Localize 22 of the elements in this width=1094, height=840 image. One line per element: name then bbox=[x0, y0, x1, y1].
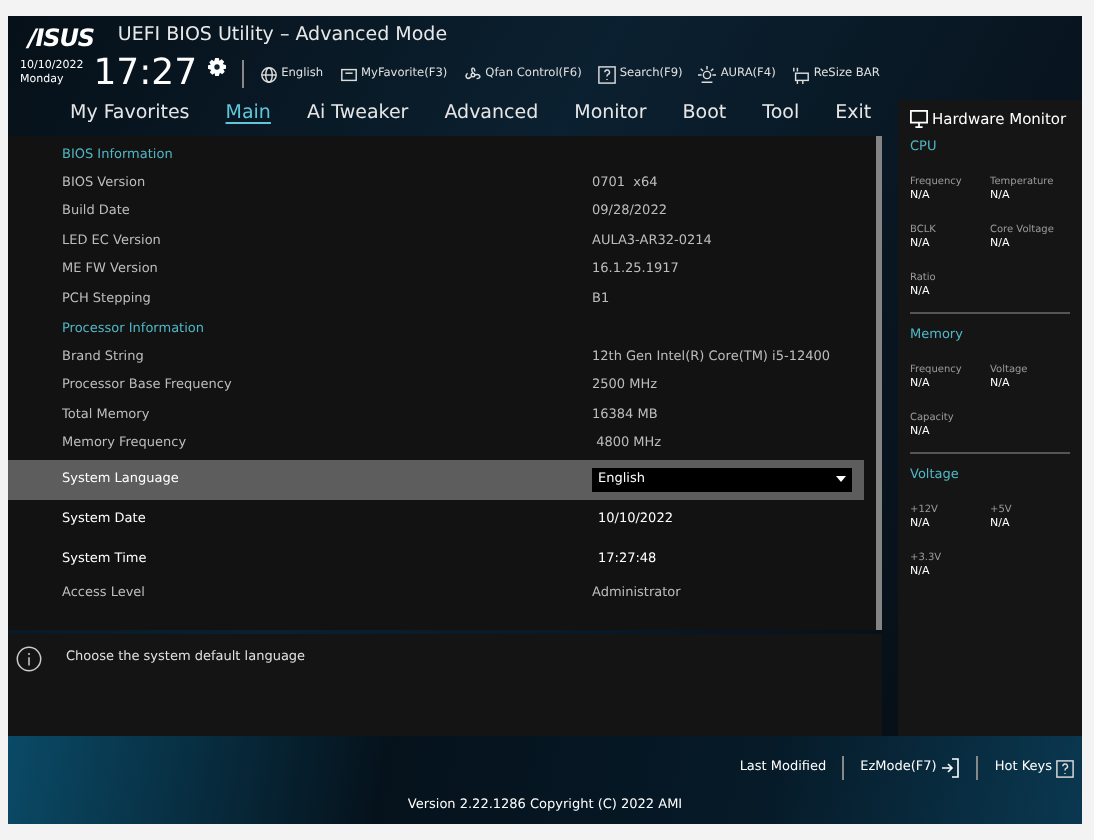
window-title: UEFI BIOS Utility – Advanced Mode bbox=[117, 22, 448, 51]
fan-icon bbox=[463, 65, 482, 83]
menu-tab[interactable]: Ai Tweaker bbox=[288, 99, 427, 130]
menu-tab[interactable]: Tool bbox=[744, 99, 818, 130]
menu-tab[interactable]: Advanced bbox=[426, 99, 557, 130]
monitor-icon bbox=[910, 110, 928, 129]
globe-icon bbox=[259, 65, 278, 83]
settings-icon[interactable] bbox=[207, 57, 226, 75]
clock-text: 17:27 bbox=[93, 56, 198, 92]
chip-icon bbox=[791, 65, 810, 83]
menu-tab[interactable]: Main bbox=[207, 99, 289, 130]
info-icon bbox=[16, 645, 42, 672]
exit-icon bbox=[940, 758, 961, 779]
help-icon bbox=[1056, 759, 1074, 778]
brand-logo: /ISUS bbox=[28, 21, 94, 55]
menu-tab[interactable]: My Favorites bbox=[52, 99, 208, 130]
light-icon bbox=[698, 65, 717, 83]
menu-tab[interactable]: Boot bbox=[664, 99, 745, 130]
menu-tab[interactable]: Monitor bbox=[556, 99, 665, 130]
help-icon bbox=[597, 65, 616, 83]
menu-tab[interactable]: Exit bbox=[817, 99, 890, 130]
caret-icon bbox=[836, 476, 846, 482]
